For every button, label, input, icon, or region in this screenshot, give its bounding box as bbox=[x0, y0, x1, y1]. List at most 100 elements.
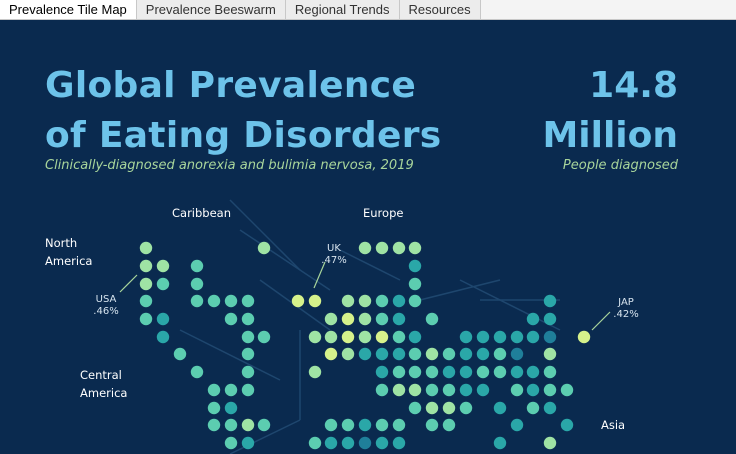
country-tile[interactable] bbox=[425, 365, 439, 379]
country-tile[interactable] bbox=[190, 294, 204, 308]
country-tile[interactable] bbox=[139, 277, 153, 291]
country-tile[interactable] bbox=[526, 383, 540, 397]
country-tile[interactable] bbox=[139, 259, 153, 273]
country-tile[interactable] bbox=[324, 347, 338, 361]
country-tile[interactable] bbox=[156, 259, 170, 273]
country-tile[interactable] bbox=[392, 383, 406, 397]
country-tile[interactable] bbox=[156, 330, 170, 344]
country-tile[interactable] bbox=[408, 365, 422, 379]
country-tile[interactable] bbox=[392, 365, 406, 379]
country-tile[interactable] bbox=[375, 241, 389, 255]
country-tile[interactable] bbox=[324, 312, 338, 326]
country-tile[interactable] bbox=[408, 401, 422, 415]
country-tile[interactable] bbox=[510, 330, 524, 344]
country-tile[interactable] bbox=[560, 418, 574, 432]
country-tile[interactable] bbox=[425, 347, 439, 361]
country-tile[interactable] bbox=[358, 294, 372, 308]
country-tile[interactable] bbox=[375, 347, 389, 361]
tab-prevalence-beeswarm[interactable]: Prevalence Beeswarm bbox=[136, 0, 286, 19]
country-tile[interactable] bbox=[526, 365, 540, 379]
country-tile[interactable] bbox=[392, 241, 406, 255]
country-tile[interactable] bbox=[257, 330, 271, 344]
country-tile[interactable] bbox=[257, 418, 271, 432]
tab-regional-trends[interactable]: Regional Trends bbox=[285, 0, 400, 19]
country-tile[interactable] bbox=[493, 436, 507, 450]
country-tile[interactable] bbox=[476, 330, 490, 344]
country-tile[interactable] bbox=[341, 312, 355, 326]
country-tile[interactable] bbox=[476, 365, 490, 379]
country-tile[interactable] bbox=[442, 401, 456, 415]
country-tile[interactable] bbox=[341, 347, 355, 361]
country-tile[interactable] bbox=[308, 294, 322, 308]
country-tile[interactable] bbox=[375, 294, 389, 308]
country-tile[interactable] bbox=[358, 330, 372, 344]
country-tile[interactable] bbox=[493, 365, 507, 379]
country-tile[interactable] bbox=[291, 294, 305, 308]
country-tile[interactable] bbox=[190, 277, 204, 291]
country-tile[interactable] bbox=[190, 365, 204, 379]
country-tile[interactable] bbox=[577, 330, 591, 344]
country-tile[interactable] bbox=[442, 418, 456, 432]
country-tile[interactable] bbox=[526, 312, 540, 326]
country-tile[interactable] bbox=[224, 401, 238, 415]
country-tile[interactable] bbox=[241, 436, 255, 450]
country-tile[interactable] bbox=[358, 241, 372, 255]
country-tile[interactable] bbox=[408, 330, 422, 344]
country-tile[interactable] bbox=[241, 383, 255, 397]
country-tile[interactable] bbox=[526, 401, 540, 415]
country-tile[interactable] bbox=[408, 259, 422, 273]
country-tile[interactable] bbox=[190, 259, 204, 273]
country-tile[interactable] bbox=[207, 401, 221, 415]
country-tile[interactable] bbox=[241, 347, 255, 361]
country-tile[interactable] bbox=[341, 418, 355, 432]
country-tile[interactable] bbox=[543, 312, 557, 326]
country-tile[interactable] bbox=[224, 312, 238, 326]
country-tile[interactable] bbox=[526, 330, 540, 344]
country-tile[interactable] bbox=[156, 312, 170, 326]
country-tile[interactable] bbox=[408, 277, 422, 291]
country-tile[interactable] bbox=[375, 330, 389, 344]
country-tile[interactable] bbox=[408, 383, 422, 397]
country-tile[interactable] bbox=[375, 418, 389, 432]
country-tile[interactable] bbox=[375, 312, 389, 326]
country-tile[interactable] bbox=[425, 383, 439, 397]
country-tile[interactable] bbox=[392, 330, 406, 344]
country-tile[interactable] bbox=[543, 330, 557, 344]
country-tile[interactable] bbox=[324, 436, 338, 450]
country-tile[interactable] bbox=[459, 365, 473, 379]
country-tile[interactable] bbox=[543, 365, 557, 379]
country-tile[interactable] bbox=[224, 436, 238, 450]
country-tile[interactable] bbox=[493, 347, 507, 361]
country-tile[interactable] bbox=[476, 383, 490, 397]
country-tile[interactable] bbox=[358, 418, 372, 432]
country-tile[interactable] bbox=[358, 312, 372, 326]
country-tile[interactable] bbox=[543, 383, 557, 397]
country-tile[interactable] bbox=[493, 401, 507, 415]
country-tile[interactable] bbox=[156, 277, 170, 291]
country-tile[interactable] bbox=[425, 312, 439, 326]
country-tile[interactable] bbox=[392, 436, 406, 450]
country-tile[interactable] bbox=[358, 347, 372, 361]
country-tile[interactable] bbox=[392, 418, 406, 432]
country-tile[interactable] bbox=[241, 365, 255, 379]
country-tile[interactable] bbox=[324, 330, 338, 344]
country-tile[interactable] bbox=[139, 312, 153, 326]
country-tile[interactable] bbox=[543, 294, 557, 308]
country-tile[interactable] bbox=[392, 347, 406, 361]
country-tile[interactable] bbox=[442, 383, 456, 397]
country-tile[interactable] bbox=[207, 383, 221, 397]
country-tile[interactable] bbox=[476, 347, 490, 361]
country-tile[interactable] bbox=[224, 418, 238, 432]
country-tile[interactable] bbox=[257, 241, 271, 255]
country-tile[interactable] bbox=[341, 330, 355, 344]
country-tile[interactable] bbox=[392, 312, 406, 326]
country-tile[interactable] bbox=[207, 294, 221, 308]
country-tile[interactable] bbox=[375, 365, 389, 379]
country-tile[interactable] bbox=[510, 347, 524, 361]
country-tile[interactable] bbox=[224, 383, 238, 397]
country-tile[interactable] bbox=[459, 330, 473, 344]
country-tile[interactable] bbox=[241, 294, 255, 308]
country-tile[interactable] bbox=[510, 418, 524, 432]
country-tile[interactable] bbox=[543, 347, 557, 361]
country-tile[interactable] bbox=[241, 418, 255, 432]
